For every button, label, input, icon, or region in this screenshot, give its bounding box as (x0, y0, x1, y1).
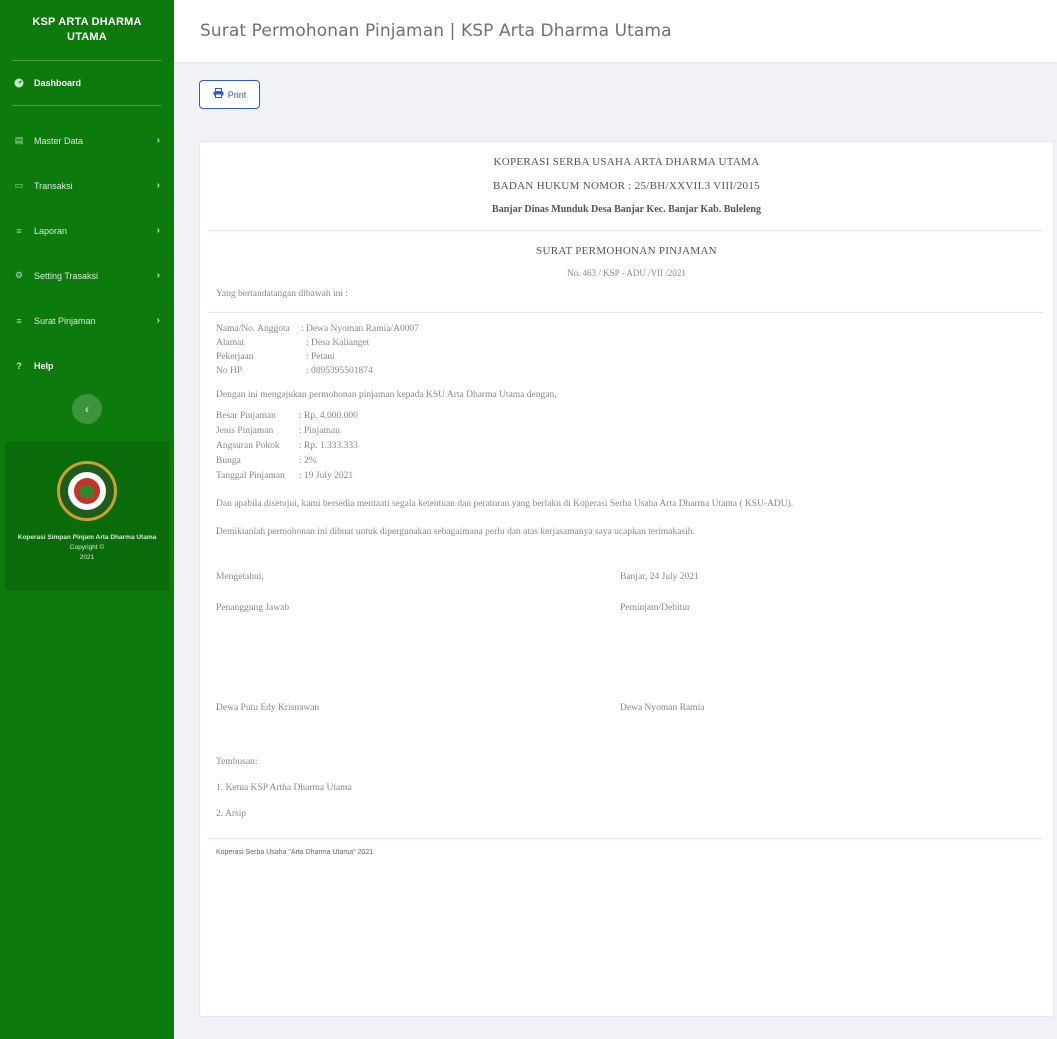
sign-right-place-date: Banjar, 24 July 2021 (620, 572, 699, 582)
list-icon: ≡ (16, 315, 22, 326)
divider (208, 230, 1043, 231)
sidebar-item-label: Master Data (34, 135, 84, 146)
gear-icon: ⚙ (14, 270, 24, 280)
sign-left-role: Penanggung Jawab (216, 603, 290, 613)
sidebar: KSP ARTA DHARMA UTAMA Dashboard ▤ Master… (0, 0, 174, 1039)
brand-title[interactable]: KSP ARTA DHARMA UTAMA (0, 0, 174, 60)
cc-item: 1. Ketua KSP Artha Dharma Utama (216, 783, 352, 793)
sign-left-name: Dewa Putu Edy Krisnawan (216, 703, 320, 713)
sidebar-item-setting-trasaksi[interactable]: ⚙ Setting Trasaksi › (0, 253, 174, 298)
sidebar-item-help[interactable]: ? Help (0, 343, 174, 388)
cc-item: 2. Arsip (216, 809, 247, 819)
loan-row: Bunga: 2% (216, 456, 317, 466)
table-icon: ▤ (14, 135, 24, 145)
card-icon: ▭ (14, 180, 24, 190)
sidebar-item-master-data[interactable]: ▤ Master Data › (0, 118, 174, 163)
cc-label: Tembusan: (216, 757, 258, 767)
divider (208, 312, 1043, 313)
printer-icon (213, 88, 224, 101)
sidebar-card-text: Koperasi Simpan Pinjam Arta Dharma Utama… (5, 533, 169, 563)
letter-title: SURAT PERMOHONAN PINJAMAN (536, 245, 717, 257)
sidebar-card: Koperasi Simpan Pinjam Arta Dharma Utama… (5, 441, 169, 591)
chevron-right-icon: › (156, 270, 160, 281)
print-button-label: Print (227, 89, 247, 100)
sidebar-card-copyright: Copyright © (69, 544, 105, 551)
loan-row: Jenis Pinjaman: Pinjaman (216, 426, 340, 436)
letter-document: KOPERASI SERBA USAHA ARTA DHARMA UTAMA B… (199, 141, 1054, 1017)
applicant-row: Alamat: Desa Kalianget (216, 338, 370, 348)
org-name: KOPERASI SERBA USAHA ARTA DHARMA UTAMA (493, 156, 760, 168)
koperasi-logo (57, 461, 117, 521)
sidebar-item-laporan[interactable]: ≡ Laporan › (0, 208, 174, 253)
chevron-right-icon: › (156, 225, 160, 236)
sidebar-item-dashboard[interactable]: Dashboard (0, 61, 174, 105)
sidebar-item-label: Transaksi (34, 180, 73, 191)
sidebar-item-label: Help (34, 360, 54, 371)
loan-row: Besar Pinjaman: Rp. 4.000.000 (216, 411, 358, 421)
sidebar-card-org: Koperasi Simpan Pinjam Arta Dharma Utama (17, 534, 157, 541)
loan-row: Tanggal Pinjaman: 19 July 2021 (216, 471, 354, 481)
sidebar-item-label: Surat Pinjaman (34, 315, 96, 326)
chevron-right-icon: › (156, 180, 160, 191)
agreement-text: Dan apabila disetujui, kami bersedia men… (216, 499, 794, 509)
chevron-left-icon: ‹ (85, 402, 89, 416)
sidebar-item-label: Laporan (34, 225, 68, 236)
sidebar-item-label: Setting Trasaksi (34, 270, 99, 281)
closing-text: Demikianlah permohonan ini dibuat untuk … (216, 527, 695, 537)
dashboard-icon (12, 78, 26, 88)
list-icon: ≡ (16, 225, 22, 236)
applicant-row: Pekerjaan: Petani (216, 352, 335, 362)
letter-number: No. 463 / KSP - ADU /VII /2021 (567, 268, 686, 278)
sidebar-card-year: 2021 (79, 554, 95, 561)
print-button[interactable]: Print (199, 80, 260, 109)
applicant-row: Nama/No. Anggota: Dewa Nyoman Ramia/A000… (216, 324, 419, 334)
sign-right-role: Peminjam/Debitur (620, 603, 691, 613)
divider (208, 838, 1043, 839)
intro-text: Yang bertandatangan dibawah ini : (216, 289, 349, 299)
document-footer: Koperasi Serba Usaha "Arta Dharma Utama"… (216, 849, 374, 856)
org-address: Banjar Dinas Munduk Desa Banjar Kec. Ban… (492, 204, 761, 215)
sidebar-item-surat-pinjaman[interactable]: ≡ Surat Pinjaman › (0, 298, 174, 343)
sidebar-item-label: Dashboard (34, 78, 82, 88)
chevron-right-icon: › (156, 315, 160, 326)
loan-row: Angsuran Pokok: Rp. 1.333.333 (216, 441, 358, 451)
applicant-row: No HP: 0895395501874 (216, 366, 373, 376)
chevron-right-icon: › (156, 135, 160, 146)
question-icon: ? (16, 360, 22, 371)
topbar: Surat Permohonan Pinjaman | KSP Arta Dha… (174, 0, 1057, 62)
sign-right-name: Dewa Nyoman Ramia (620, 703, 705, 713)
sidebar-item-transaksi[interactable]: ▭ Transaksi › (0, 163, 174, 208)
page-title: Surat Permohonan Pinjaman | KSP Arta Dha… (200, 21, 672, 41)
request-text: Dengan ini mengajukan permohonan pinjama… (216, 390, 557, 400)
legal-number: BADAN HUKUM NOMOR : 25/BH/XXVII.3 VIII/2… (493, 180, 760, 192)
sidebar-toggle-button[interactable]: ‹ (72, 394, 102, 424)
sign-left-label: Mengetahui, (216, 572, 264, 582)
